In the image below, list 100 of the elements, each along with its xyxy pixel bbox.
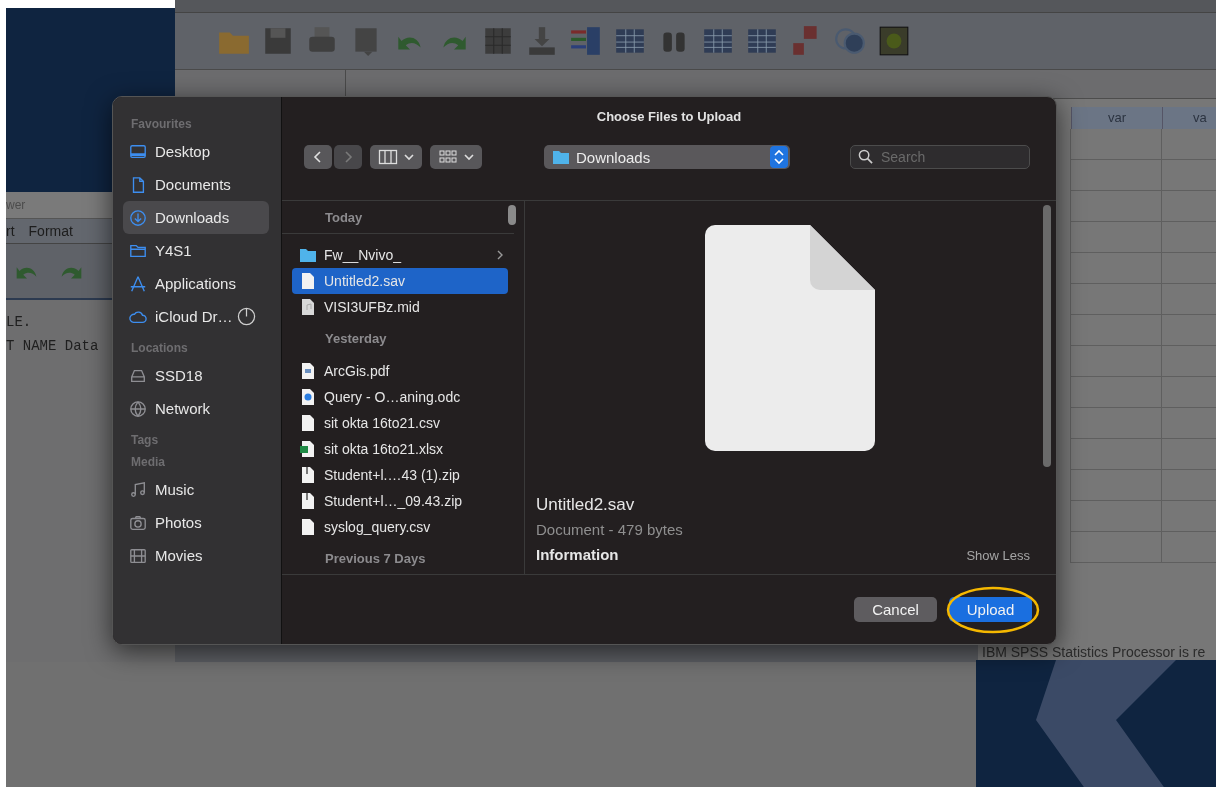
sidebar-heading: Favourites (130, 117, 193, 131)
grid-cell[interactable] (1161, 222, 1216, 253)
download-icon (129, 208, 147, 227)
file-name: Untitled2.sav (536, 495, 636, 515)
sidebar-item[interactable]: Applications (123, 267, 269, 300)
view-mode-button[interactable] (370, 145, 422, 169)
columns-icon (378, 149, 398, 165)
document-icon (300, 466, 316, 484)
globe-icon (129, 399, 147, 418)
sidebar-item[interactable]: Desktop (123, 135, 269, 168)
file-item[interactable]: Fw__Nvivo_ (292, 242, 508, 268)
left-chevron-icon (313, 150, 323, 164)
caret-icon (404, 153, 414, 161)
grid-cell[interactable] (1070, 191, 1161, 222)
back-button[interactable] (304, 145, 332, 169)
location-popup[interactable]: Downloads (544, 145, 790, 169)
grid-cell[interactable] (1070, 160, 1161, 191)
group-heading: Yesterday (324, 330, 388, 348)
grid-cell[interactable] (1070, 377, 1161, 408)
grid-cell[interactable] (1070, 470, 1161, 501)
file-item[interactable]: Student+l…_09.43.zip (292, 488, 508, 514)
grid-cell[interactable] (1161, 346, 1216, 377)
column-header: va (1162, 107, 1216, 129)
file-info: Document - 479 bytes (536, 521, 684, 538)
camera-icon (129, 513, 147, 532)
desktop-icon (129, 142, 147, 161)
grid-cell[interactable] (1161, 501, 1216, 532)
sidebar-item[interactable]: Downloads (123, 201, 269, 234)
section-heading: Information (536, 546, 619, 563)
document-icon (300, 518, 316, 536)
sidebar-item[interactable]: Network (123, 392, 269, 425)
group-heading: Previous 7 Days (324, 550, 427, 568)
sidebar-heading: Locations (130, 341, 189, 355)
spreadsheet-icon (300, 440, 316, 458)
grid-cell[interactable] (1070, 501, 1161, 532)
grid-cell[interactable] (1070, 129, 1161, 160)
grid-cell[interactable] (1070, 408, 1161, 439)
sidebar-item[interactable]: Y4S1 (123, 234, 269, 267)
music-icon (129, 480, 147, 499)
folder-icon (552, 149, 570, 165)
document-icon (300, 298, 316, 316)
scrollbar-thumb[interactable] (508, 205, 516, 225)
file-item[interactable]: sit okta 16to21.xlsx (292, 436, 508, 462)
search-field[interactable]: Search (850, 145, 1030, 169)
film-icon (129, 546, 147, 565)
sidebar-item[interactable]: iCloud Dr… (123, 300, 269, 333)
grid-cell[interactable] (1161, 191, 1216, 222)
grid-cell[interactable] (1161, 129, 1216, 160)
grid-cell[interactable] (1161, 532, 1216, 563)
file-item[interactable]: Query - O…aning.odc (292, 384, 508, 410)
caret-icon (464, 153, 474, 161)
scrollbar-thumb[interactable] (1043, 205, 1051, 467)
group-button[interactable] (430, 145, 482, 169)
search-icon (858, 149, 873, 164)
sidebar-item[interactable]: SSD18 (123, 359, 269, 392)
sidebar-item[interactable]: Movies (123, 539, 269, 572)
document-icon (300, 414, 316, 432)
grid-cell[interactable] (1070, 532, 1161, 563)
file-item[interactable]: Student+l.…43 (1).zip (292, 462, 508, 488)
folder-icon (300, 246, 316, 264)
grid-cell[interactable] (1161, 253, 1216, 284)
grid-cell[interactable] (1161, 315, 1216, 346)
dialog-title: Choose Files to Upload (595, 108, 743, 124)
grid-cell[interactable] (1161, 408, 1216, 439)
syntax-line: T NAME Data (6, 337, 99, 356)
grid-cell[interactable] (1070, 315, 1161, 346)
sidebar-heading: Media (130, 455, 166, 469)
grid-cell[interactable] (1161, 439, 1216, 470)
icon-grid-icon (438, 149, 458, 165)
grid-cell[interactable] (1070, 284, 1161, 315)
file-item[interactable]: syslog_query.csv (292, 514, 508, 540)
upload-button[interactable]: Upload (949, 597, 1032, 622)
grid-cell[interactable] (1161, 470, 1216, 501)
grid-cell[interactable] (1161, 160, 1216, 191)
document-icon (300, 272, 316, 290)
cancel-button[interactable]: Cancel (854, 597, 937, 622)
stepper-icon (770, 146, 788, 168)
document-icon (300, 362, 316, 380)
file-item[interactable]: Untitled2.sav (292, 268, 508, 294)
grid-cell[interactable] (1070, 222, 1161, 253)
column-header: var (1071, 107, 1162, 129)
sidebar-item[interactable]: Music (123, 473, 269, 506)
apps-icon (129, 274, 147, 293)
sidebar-item[interactable]: Photos (123, 506, 269, 539)
bars-icon[interactable] (569, 24, 603, 58)
document-icon (300, 492, 316, 510)
grid-cell[interactable] (1161, 377, 1216, 408)
file-item[interactable]: VISI3UFBz.mid (292, 294, 508, 320)
right-chevron-icon (343, 150, 353, 164)
file-item[interactable]: ArcGis.pdf (292, 358, 508, 384)
syntax-line: LE. (6, 313, 32, 332)
grid-cell[interactable] (1070, 253, 1161, 284)
chevron-icon (496, 249, 504, 261)
grid-cell[interactable] (1161, 284, 1216, 315)
document-icon (300, 388, 316, 406)
file-item[interactable]: sit okta 16to21.csv (292, 410, 508, 436)
grid-cell[interactable] (1070, 439, 1161, 470)
grid-cell[interactable] (1070, 346, 1161, 377)
sidebar-heading: Tags (130, 433, 160, 447)
show-less-link[interactable]: Show Less (966, 548, 1030, 563)
